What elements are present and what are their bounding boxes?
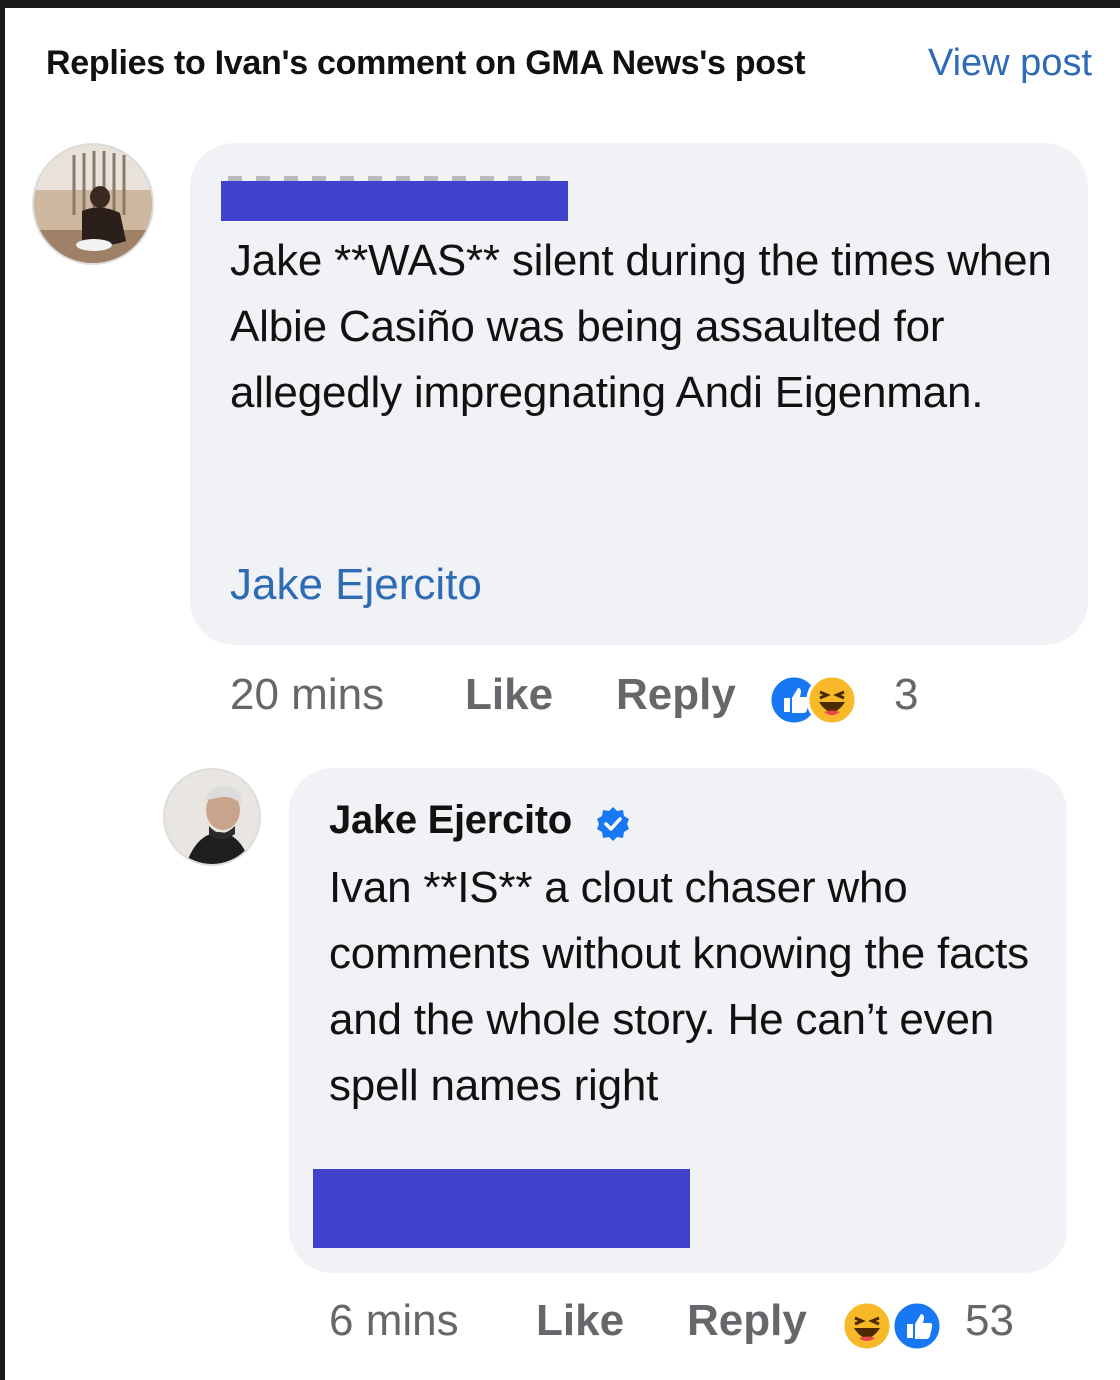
view-post-link[interactable]: View post: [928, 42, 1092, 85]
reply-text: Ivan **IS** a clout chaser who comments …: [329, 863, 1029, 1110]
like-button[interactable]: Like: [536, 1296, 624, 1346]
reaction-count: 53: [965, 1296, 1014, 1345]
avatar-photo-icon: [34, 145, 152, 263]
frame-top-edge: [0, 0, 1120, 8]
reply-timestamp[interactable]: 6 mins: [329, 1296, 459, 1346]
frame-left-edge: [0, 0, 5, 1380]
comment-timestamp[interactable]: 20 mins: [230, 670, 384, 720]
reaction-count: 3: [894, 670, 919, 719]
reply-button[interactable]: Reply: [616, 670, 736, 720]
like-button[interactable]: Like: [465, 670, 553, 720]
reply-button[interactable]: Reply: [687, 1296, 807, 1346]
verified-badge-icon: [597, 807, 629, 841]
avatar-commenter[interactable]: [32, 143, 154, 265]
mention-link[interactable]: Jake Ejercito: [230, 560, 482, 610]
redacted-attachment: [313, 1169, 690, 1248]
author-name[interactable]: Jake Ejercito: [329, 798, 572, 843]
avatar-photo-icon: [165, 770, 259, 864]
reactions-summary[interactable]: 53: [841, 1296, 1021, 1356]
replies-header: Replies to Ivan's comment on GMA News's …: [46, 40, 1092, 90]
haha-icon: [841, 1300, 893, 1352]
page-title: Replies to Ivan's comment on GMA News's …: [46, 44, 806, 82]
reactions-summary[interactable]: 3: [768, 670, 918, 730]
like-icon: [891, 1300, 943, 1352]
comment-text: Jake **WAS** silent during the times whe…: [230, 236, 1052, 417]
avatar-jake-ejercito[interactable]: [163, 768, 261, 866]
redacted-commenter-name: [221, 181, 568, 221]
haha-icon: [806, 674, 858, 726]
